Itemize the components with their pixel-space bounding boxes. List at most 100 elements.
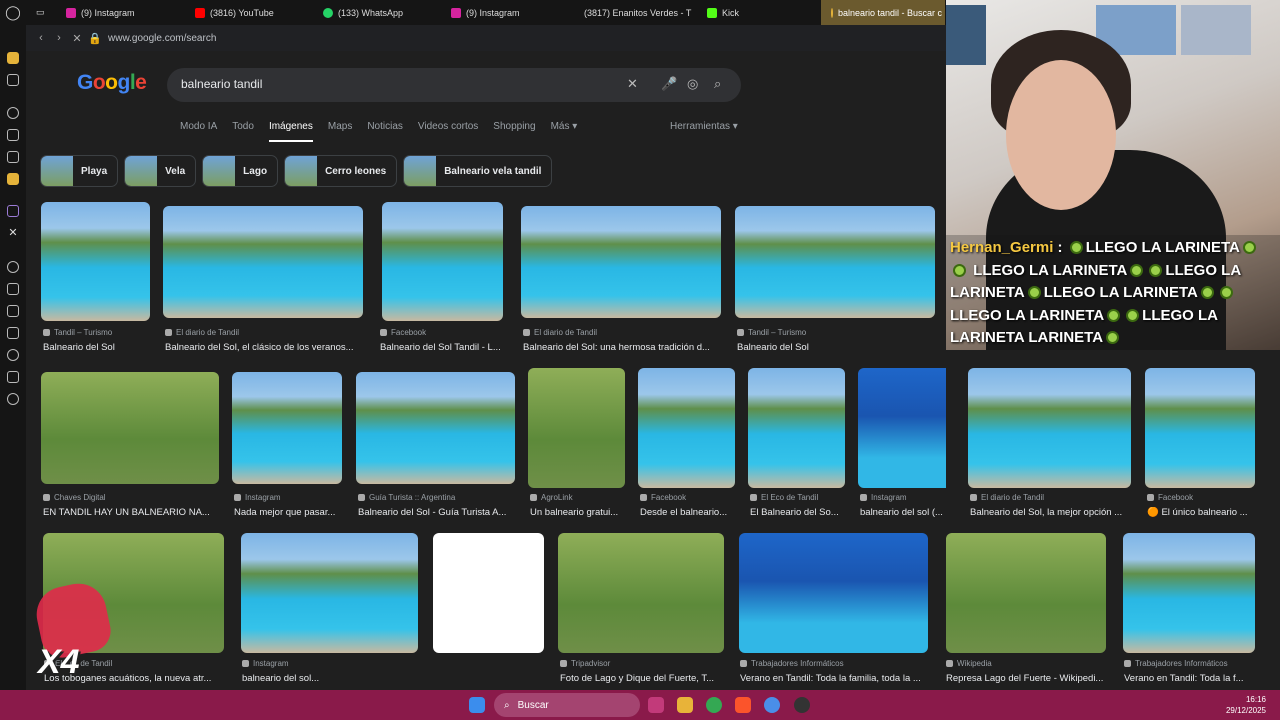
forward-icon[interactable]: ›	[50, 32, 68, 44]
lens-icon[interactable]: ◎	[687, 76, 698, 92]
tab-google-search[interactable]: balneario tandil - Buscar c	[821, 0, 945, 25]
result-image[interactable]	[735, 206, 935, 318]
result-caption[interactable]: El diario de Tandil Balneario del Sol, la…	[970, 493, 1130, 518]
result-image[interactable]	[638, 368, 735, 488]
result-image[interactable]	[356, 372, 515, 484]
tab-kick[interactable]: Kick	[697, 0, 821, 25]
tab-todo[interactable]: Todo	[232, 121, 254, 142]
tab-youtube[interactable]: (3816) YouTube	[185, 0, 313, 25]
result-image[interactable]	[748, 368, 845, 488]
tab-modo-ia[interactable]: Modo IA	[180, 121, 217, 142]
chat-username: Hernan_Germi	[950, 239, 1054, 256]
chip-balneario-vela-tandil[interactable]: Balneario vela tandil	[403, 155, 553, 187]
taskbar-search[interactable]: ⌕ Buscar	[494, 693, 640, 717]
obs-icon[interactable]	[794, 697, 810, 713]
result-image[interactable]	[232, 372, 342, 484]
result-caption[interactable]: El diario de Tandil Balneario del Sol: un…	[523, 328, 718, 353]
tab-videos-cortos[interactable]: Videos cortos	[418, 121, 478, 142]
result-caption[interactable]: Trabajadores Informáticos Verano en Tandi…	[1124, 659, 1256, 684]
favicon-icon	[380, 329, 387, 336]
favicon-icon	[737, 329, 744, 336]
app-icon[interactable]	[764, 697, 780, 713]
result-image[interactable]	[41, 372, 219, 484]
stop-icon[interactable]: ✕	[68, 32, 86, 45]
result-caption[interactable]: El diario de Tandil Balneario del Sol, el…	[165, 328, 365, 353]
play-icon[interactable]	[7, 261, 19, 273]
microphone-icon[interactable]: 🎤	[661, 76, 677, 92]
tickets-icon[interactable]	[7, 151, 19, 163]
opera-logo-icon[interactable]: ◯	[0, 0, 26, 25]
refresh-icon[interactable]	[7, 107, 19, 119]
result-caption[interactable]: Facebook Desde el balneario...	[640, 493, 737, 518]
tab-youtube-2[interactable]: (3817) Enanitos Verdes - T	[569, 0, 697, 25]
tab-instagram-1[interactable]: (9) Instagram	[56, 0, 185, 25]
x-icon[interactable]: ✕	[7, 227, 19, 239]
chrome-icon[interactable]	[706, 697, 722, 713]
result-caption[interactable]: Guía Turista :: Argentina Balneario del S…	[358, 493, 515, 518]
windows-start-icon[interactable]	[469, 697, 485, 713]
result-image[interactable]	[163, 206, 363, 318]
tab-instagram-2[interactable]: (9) Instagram	[441, 0, 569, 25]
result-caption[interactable]: Facebook 🟠 El único balneario ...	[1147, 493, 1257, 518]
tab-noticias[interactable]: Noticias	[367, 121, 403, 142]
result-image[interactable]	[968, 368, 1131, 488]
gamepad-icon[interactable]	[7, 74, 19, 86]
result-image[interactable]	[521, 206, 721, 318]
heart-icon[interactable]	[7, 305, 19, 317]
chip-cerro-leones[interactable]: Cerro leones	[284, 155, 398, 187]
result-caption[interactable]: El Eco de Tandil El Balneario del So...	[750, 493, 847, 518]
tab-menu-icon[interactable]: ▭	[26, 0, 56, 25]
url-field[interactable]: www.google.com/search	[108, 33, 216, 44]
search-input[interactable]	[181, 77, 601, 91]
system-clock[interactable]: 16:16 29/12/2025	[1226, 694, 1266, 716]
result-image[interactable]	[241, 533, 418, 653]
result-caption[interactable]: AgroLink Un balneario gratui...	[530, 493, 627, 518]
result-caption[interactable]: Tripadvisor Foto de Lago y Dique del Fuer…	[560, 659, 726, 684]
result-image[interactable]	[41, 202, 150, 321]
search-icon[interactable]: ⌕	[714, 76, 721, 92]
avocado-emote-icon	[1242, 241, 1256, 254]
file-explorer-icon[interactable]	[677, 697, 693, 713]
hourglass-icon[interactable]	[7, 327, 19, 339]
chip-lago[interactable]: Lago	[202, 155, 279, 187]
tab-whatsapp[interactable]: (133) WhatsApp	[313, 0, 441, 25]
result-image[interactable]	[433, 533, 544, 653]
home-icon[interactable]	[7, 52, 19, 64]
chip-playa[interactable]: Playa	[40, 155, 119, 187]
apps-icon[interactable]	[7, 283, 19, 295]
tools-button[interactable]: Herramientas ▾	[670, 121, 738, 132]
result-caption[interactable]: Facebook Balneario del Sol Tandil - L...	[380, 328, 505, 353]
bag-icon[interactable]	[7, 129, 19, 141]
chip-vela[interactable]: Vela	[124, 155, 197, 187]
result-image[interactable]	[858, 368, 946, 488]
result-image[interactable]	[739, 533, 928, 653]
google-logo[interactable]: Google	[77, 71, 147, 95]
result-image[interactable]	[946, 533, 1106, 653]
result-caption[interactable]: Tandil – Turismo Balneario del Sol	[43, 328, 153, 353]
tab-shopping[interactable]: Shopping	[493, 121, 535, 142]
clear-icon[interactable]: ✕	[627, 76, 638, 92]
tab-maps[interactable]: Maps	[328, 121, 352, 142]
result-image[interactable]	[528, 368, 625, 488]
result-caption[interactable]: Tandil – Turismo Balneario del Sol	[737, 328, 932, 353]
result-image[interactable]	[1145, 368, 1255, 488]
result-caption[interactable]: Chaves Digital EN TANDIL HAY UN BALNEARIO…	[43, 493, 221, 518]
m-icon[interactable]	[7, 173, 19, 185]
cube-icon[interactable]	[7, 371, 19, 383]
result-caption[interactable]: Instagram balneario del sol...	[242, 659, 419, 684]
back-icon[interactable]: ‹	[32, 32, 50, 44]
brave-icon[interactable]	[735, 697, 751, 713]
result-caption[interactable]: Instagram balneario del sol (...	[860, 493, 946, 518]
result-caption[interactable]: Trabajadores Informáticos Verano en Tandi…	[740, 659, 930, 684]
tab-mas[interactable]: Más ▾	[551, 121, 578, 142]
result-image[interactable]	[558, 533, 724, 653]
tab-imagenes[interactable]: Imágenes	[268, 121, 313, 142]
result-caption[interactable]: Wikipedia Represa Lago del Fuerte - Wikip…	[946, 659, 1106, 684]
result-image[interactable]	[382, 202, 503, 321]
result-caption[interactable]: Instagram Nada mejor que pasar...	[234, 493, 344, 518]
twitch-icon[interactable]	[7, 205, 19, 217]
opera-gx-icon[interactable]	[648, 697, 664, 713]
clock-icon[interactable]	[7, 349, 19, 361]
result-image[interactable]	[1123, 533, 1255, 653]
settings-icon[interactable]	[7, 393, 19, 405]
